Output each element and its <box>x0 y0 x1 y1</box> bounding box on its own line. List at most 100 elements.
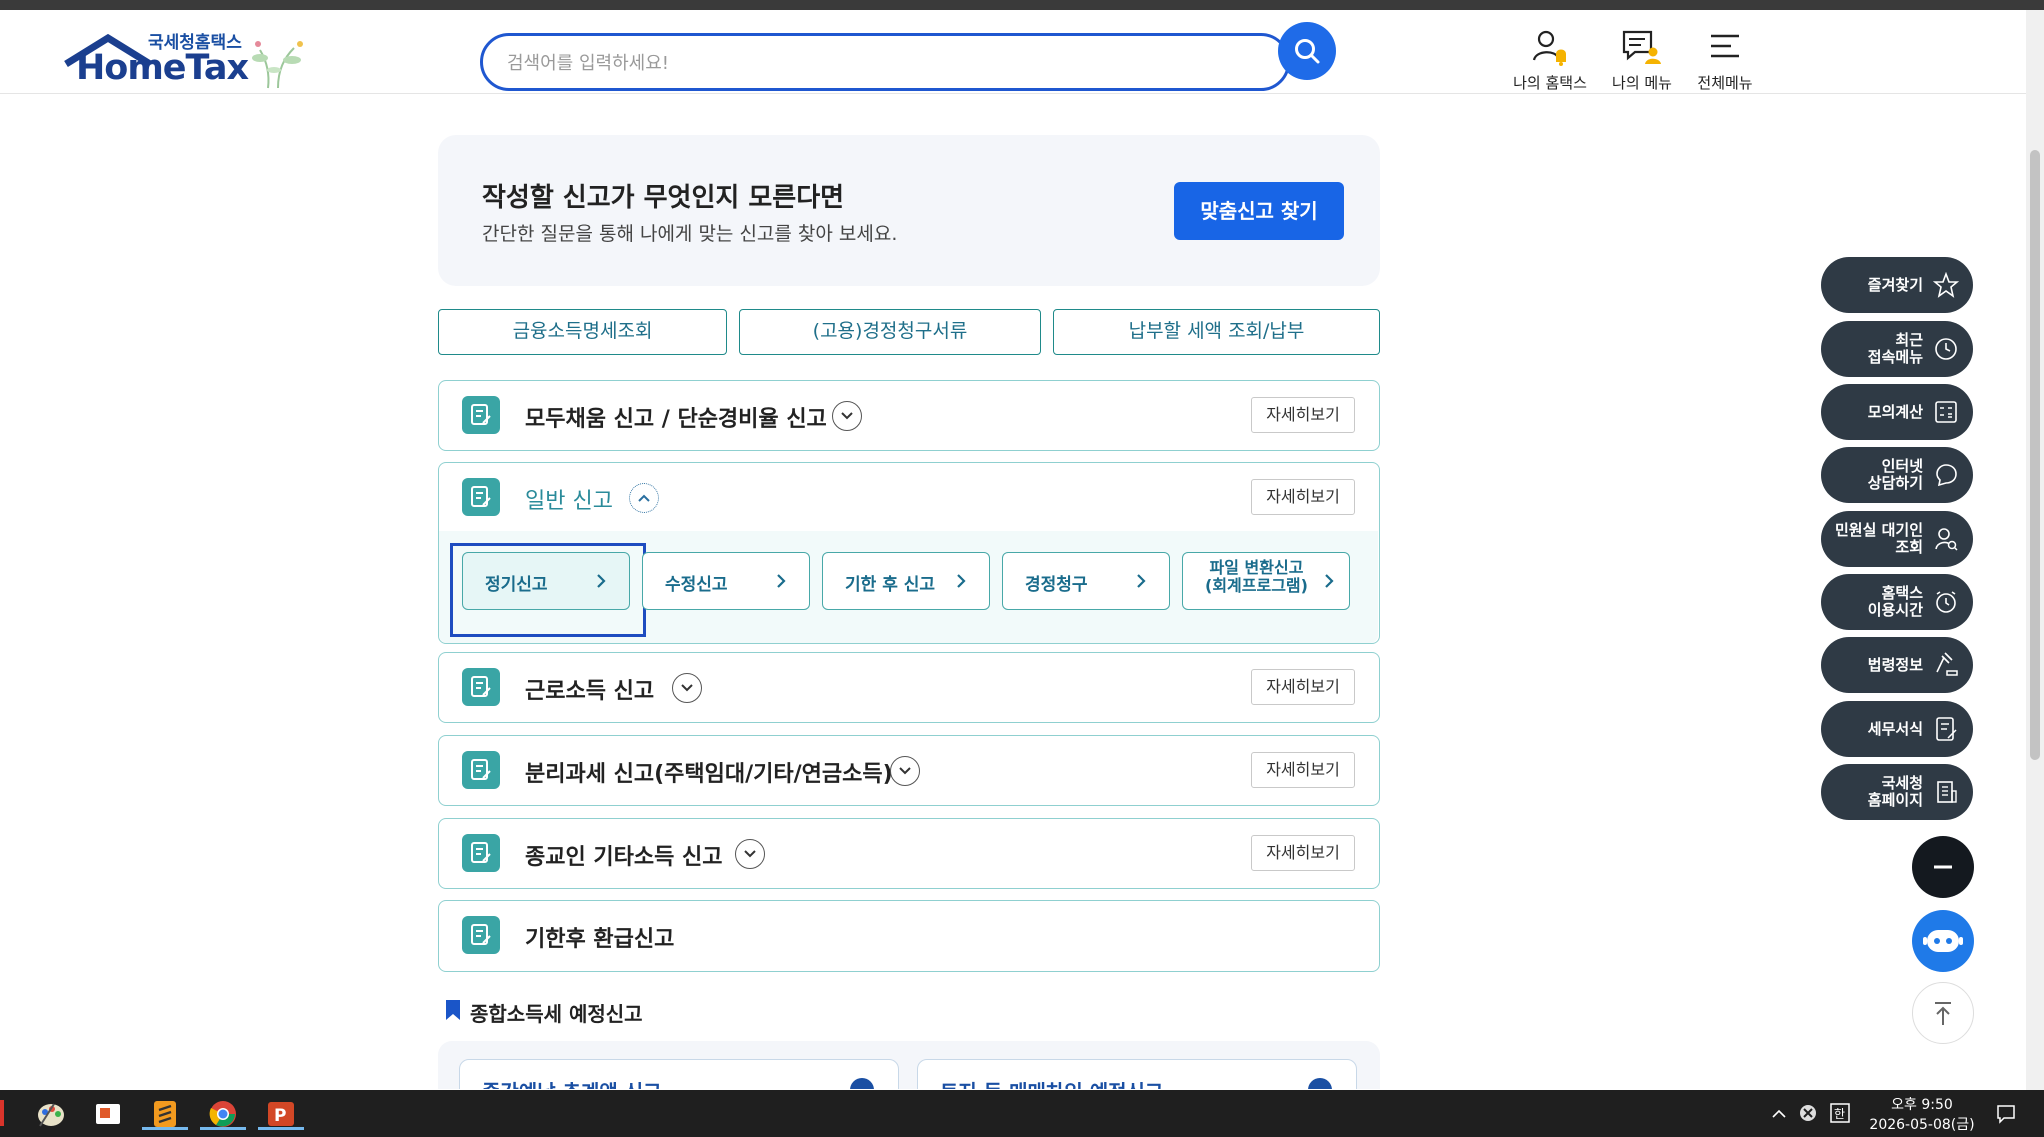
document-edit-icon <box>462 834 500 872</box>
card-title: 분리과세 신고(주택임대/기타/연금소득) <box>525 762 893 787</box>
chevron-down-icon[interactable] <box>735 839 765 869</box>
card-title: 근로소득 신고 <box>525 679 655 704</box>
search-icon <box>1295 39 1320 64</box>
chatbot-button[interactable] <box>1912 910 1974 972</box>
person-search-icon <box>1935 528 1958 551</box>
view-details-button[interactable]: 자세히보기 <box>1251 397 1355 433</box>
chevron-down-icon[interactable] <box>890 756 920 786</box>
law-info-button[interactable]: 법령정보 <box>1821 637 1973 693</box>
tray-chevron-up-icon[interactable] <box>1771 1107 1787 1119</box>
view-details-button[interactable]: 자세히보기 <box>1251 669 1355 705</box>
arrow-up-icon <box>1935 1002 1951 1025</box>
search-bar <box>480 33 1290 91</box>
my-hometax-link[interactable]: 나의 홈택스 <box>1500 28 1600 93</box>
view-details-button[interactable]: 자세히보기 <box>1251 479 1355 515</box>
correction-claim-button[interactable]: 경정청구 <box>1002 552 1170 610</box>
financial-income-inquiry-button[interactable]: 금융소득명세조회 <box>438 309 727 355</box>
correction-claim-documents-button[interactable]: (고용)경정청구서류 <box>739 309 1041 355</box>
chevron-up-icon[interactable] <box>627 481 661 515</box>
card-header[interactable]: 모두채움 신고 / 단순경비율 신고 자세히보기 <box>439 381 1378 449</box>
online-consult-button[interactable]: 인터넷 상담하기 <box>1821 447 1973 503</box>
window-top-strip <box>0 0 2044 10</box>
document-edit-icon <box>462 396 500 434</box>
user-bell-icon <box>1532 30 1566 66</box>
land-sale-report-card[interactable]: 토지 등 매매차익 예정신고 <box>917 1059 1357 1089</box>
notification-icon[interactable] <box>1995 1103 2017 1125</box>
bookmark-icon <box>446 1000 460 1020</box>
card-header[interactable]: 일반 신고 자세히보기 <box>439 463 1378 531</box>
favorites-button[interactable]: 즐겨찾기 <box>1821 257 1973 313</box>
service-hours-label: 홈택스 이용시간 <box>1867 584 1923 619</box>
chevron-down-icon[interactable] <box>672 673 702 703</box>
late-report-button[interactable]: 기한 후 신고 <box>822 552 990 610</box>
taskbar-date[interactable]: 2026-05-08(금) <box>1860 1114 1984 1134</box>
hamburger-menu-icon <box>1711 34 1739 58</box>
chrome-app-icon[interactable] <box>200 1098 246 1130</box>
card-late-refund-report: 기한후 환급신고 <box>438 900 1380 972</box>
help-icon[interactable] <box>850 1078 874 1089</box>
svg-text:P: P <box>274 1106 286 1126</box>
card-header[interactable]: 근로소득 신고 자세히보기 <box>439 653 1378 721</box>
mock-calculation-button[interactable]: 모의계산 <box>1821 384 1973 440</box>
clock-icon <box>1935 338 1957 360</box>
view-details-button[interactable]: 자세히보기 <box>1251 835 1355 871</box>
help-icon[interactable] <box>1308 1078 1332 1089</box>
taskbar-time[interactable]: 오후 9:50 <box>1870 1094 1974 1114</box>
all-menu-link[interactable]: 전체메뉴 <box>1675 28 1775 93</box>
slides-app-icon[interactable] <box>91 1098 125 1130</box>
svg-text:한: 한 <box>1834 1107 1845 1121</box>
waiting-inquiry-button[interactable]: 민원실 대기인 조회 <box>1821 511 1973 567</box>
service-hours-button[interactable]: 홈택스 이용시간 <box>1821 574 1973 630</box>
card-header[interactable]: 기한후 환급신고 <box>439 901 1378 969</box>
card-earned-income-report: 근로소득 신고 자세히보기 <box>438 652 1380 723</box>
collapse-menu-button[interactable] <box>1912 836 1974 898</box>
tax-payment-inquiry-button[interactable]: 납부할 세액 조회/납부 <box>1053 309 1380 355</box>
find-custom-report-button[interactable]: 맞춤신고 찾기 <box>1174 182 1344 240</box>
document-edit-icon <box>462 751 500 789</box>
interim-prepayment-card[interactable]: 중간예납 추계액 신고 <box>459 1059 899 1089</box>
vertical-scrollbar[interactable] <box>2026 10 2044 1090</box>
land-sale-report-title: 토지 등 매매차익 예정신고 <box>940 1076 1163 1089</box>
paint-app-icon[interactable] <box>34 1098 68 1130</box>
chevron-down-icon[interactable] <box>832 401 862 431</box>
taskbar-edge-marker <box>0 1100 4 1126</box>
document-edit-icon <box>462 478 500 516</box>
nts-homepage-button[interactable]: 국세청 홈페이지 <box>1821 764 1973 820</box>
card-header[interactable]: 종교인 기타소득 신고 자세히보기 <box>439 819 1378 887</box>
custom-report-banner: 작성할 신고가 무엇인지 모른다면 간단한 질문을 통해 나에게 맞는 신고를 … <box>438 135 1380 286</box>
scroll-top-button[interactable] <box>1912 982 1974 1044</box>
chat-icon <box>1936 464 1957 487</box>
sublime-text-app-icon[interactable] <box>142 1098 188 1130</box>
search-input[interactable] <box>507 50 1227 76</box>
view-details-button[interactable]: 자세히보기 <box>1251 752 1355 788</box>
chevron-right-icon <box>957 574 966 588</box>
active-app-indicator <box>142 1127 188 1130</box>
active-app-indicator <box>200 1127 246 1130</box>
powerpoint-app-icon[interactable]: P <box>258 1098 304 1130</box>
tax-forms-label: 세무서식 <box>1867 719 1923 738</box>
file-conversion-label-line1: 파일 변환신고 <box>1209 558 1304 577</box>
selection-highlight <box>450 543 646 637</box>
file-conversion-report-button[interactable]: 파일 변환신고 (회계프로그램) <box>1182 552 1350 610</box>
recent-menu-label: 최근 접속메뉴 <box>1867 331 1923 366</box>
ime-korean-icon[interactable]: 한 <box>1830 1103 1850 1123</box>
banner-title: 작성할 신고가 무엇인지 모른다면 <box>482 183 845 213</box>
card-religious-income-report: 종교인 기타소득 신고 자세히보기 <box>438 818 1380 889</box>
amended-report-button[interactable]: 수정신고 <box>642 552 810 610</box>
network-off-icon[interactable] <box>1799 1104 1817 1122</box>
recent-menu-button[interactable]: 최근 접속메뉴 <box>1821 321 1973 377</box>
card-header[interactable]: 분리과세 신고(주택임대/기타/연금소득) 자세히보기 <box>439 736 1378 804</box>
card-auto-fill-report: 모두채움 신고 / 단순경비율 신고 자세히보기 <box>438 380 1380 451</box>
interim-report-area: 중간예납 추계액 신고 토지 등 매매차익 예정신고 <box>438 1041 1380 1089</box>
file-conversion-label: 파일 변환신고 (회계프로그램) <box>1205 559 1308 595</box>
scrollbar-thumb[interactable] <box>2030 150 2040 760</box>
all-menu-label: 전체메뉴 <box>1697 74 1753 92</box>
tax-forms-button[interactable]: 세무서식 <box>1821 701 1973 757</box>
search-button[interactable] <box>1278 22 1336 80</box>
hometax-logo[interactable]: 국세청홈택스 HomeTax <box>62 26 322 96</box>
logo-title: HomeTax <box>76 48 249 88</box>
chevron-right-icon <box>1137 574 1146 588</box>
chevron-right-icon <box>1325 574 1334 588</box>
robot-icon <box>1923 930 1963 952</box>
my-hometax-label: 나의 홈택스 <box>1513 74 1587 92</box>
